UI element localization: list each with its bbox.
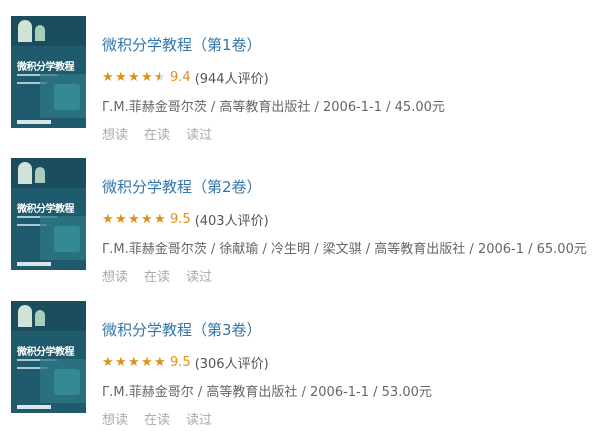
book-cover[interactable]: 微积分学教程 <box>11 16 86 128</box>
star-icon: ★ <box>128 354 140 370</box>
rating-count: (944人评价) <box>194 71 269 87</box>
book-meta: Γ.Μ.菲赫金哥尔茨 / 高等教育出版社 / 2006-1-1 / 45.00元 <box>102 100 445 115</box>
book-item: 微积分学教程 微积分学教程（第3卷） ★ ★ ★ ★ ★ 9.5 (306人评价… <box>0 301 603 431</box>
cover-arch <box>18 305 32 327</box>
cover-texture <box>54 226 80 252</box>
star-rating: ★ ★ ★ ★ ★ <box>102 213 166 226</box>
have-read-button[interactable]: 读过 <box>186 409 212 428</box>
have-read-button[interactable]: 读过 <box>186 266 212 285</box>
book-title[interactable]: 微积分学教程（第3卷） <box>102 319 262 340</box>
rating-score: 9.5 <box>170 354 191 370</box>
book-item: 微积分学教程 微积分学教程（第2卷） ★ ★ ★ ★ ★ 9.5 (403人评价… <box>0 158 603 288</box>
reading-button[interactable]: 在读 <box>144 124 170 143</box>
star-icon: ★ <box>102 211 114 227</box>
star-icon: ★ <box>154 354 166 370</box>
cover-arch <box>35 167 45 183</box>
rating: ★ ★ ★ ★ ★ 9.5 (403人评价) <box>102 210 269 229</box>
cover-texture <box>54 84 80 110</box>
star-icon: ★ <box>115 211 127 227</box>
star-icon: ★ <box>128 69 140 85</box>
have-read-button[interactable]: 读过 <box>186 124 212 143</box>
book-item: 微积分学教程 微积分学教程（第1卷） ★ ★ ★ ★ ★ 9.4 (944人评价… <box>0 16 603 146</box>
half-star-icon: ★ <box>154 71 166 84</box>
rating: ★ ★ ★ ★ ★ 9.5 (306人评价) <box>102 353 269 372</box>
cover-arch <box>35 25 45 41</box>
star-icon: ★ <box>141 211 153 227</box>
want-to-read-button[interactable]: 想读 <box>102 266 128 285</box>
book-title[interactable]: 微积分学教程（第2卷） <box>102 176 262 197</box>
cover-title: 微积分学教程 <box>17 204 75 215</box>
want-to-read-button[interactable]: 想读 <box>102 409 128 428</box>
book-cover[interactable]: 微积分学教程 <box>11 301 86 413</box>
cover-arch <box>18 162 32 184</box>
cover-title: 微积分学教程 <box>17 347 75 358</box>
cover-arch <box>35 310 45 326</box>
star-icon: ★ <box>141 354 153 370</box>
rating-count: (403人评价) <box>194 213 269 229</box>
cover-arch <box>18 20 32 42</box>
star-icon: ★ <box>141 69 153 85</box>
book-meta: Γ.Μ.菲赫金哥尔 / 高等教育出版社 / 2006-1-1 / 53.00元 <box>102 385 432 400</box>
cover-publisher-mark <box>17 262 51 266</box>
action-bar: 想读 在读 读过 <box>102 266 212 285</box>
cover-publisher-mark <box>17 120 51 124</box>
star-icon: ★ <box>115 354 127 370</box>
cover-publisher-mark <box>17 405 51 409</box>
star-icon: ★ <box>154 211 166 227</box>
book-title[interactable]: 微积分学教程（第1卷） <box>102 34 262 55</box>
action-bar: 想读 在读 读过 <box>102 409 212 428</box>
book-cover[interactable]: 微积分学教程 <box>11 158 86 270</box>
reading-button[interactable]: 在读 <box>144 409 170 428</box>
star-rating: ★ ★ ★ ★ ★ <box>102 356 166 369</box>
star-icon: ★ <box>102 354 114 370</box>
want-to-read-button[interactable]: 想读 <box>102 124 128 143</box>
rating-score: 9.5 <box>170 211 191 227</box>
cover-title: 微积分学教程 <box>17 62 75 73</box>
reading-button[interactable]: 在读 <box>144 266 170 285</box>
cover-texture <box>54 369 80 395</box>
rating-count: (306人评价) <box>194 356 269 372</box>
star-rating: ★ ★ ★ ★ ★ <box>102 71 166 84</box>
rating-score: 9.4 <box>170 69 191 85</box>
star-icon: ★ <box>115 69 127 85</box>
star-icon: ★ <box>102 69 114 85</box>
book-meta: Γ.Μ.菲赫金哥尔茨 / 徐献瑜 / 冷生明 / 梁文骐 / 高等教育出版社 /… <box>102 242 587 257</box>
rating: ★ ★ ★ ★ ★ 9.4 (944人评价) <box>102 68 269 87</box>
star-icon: ★ <box>128 211 140 227</box>
action-bar: 想读 在读 读过 <box>102 124 212 143</box>
